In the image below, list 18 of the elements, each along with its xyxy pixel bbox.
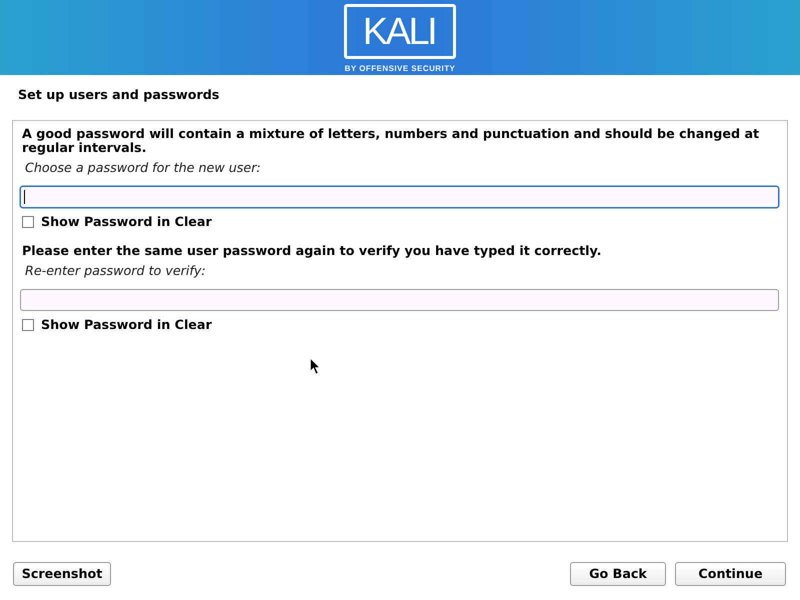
- instruction-text: A good password will contain a mixture of letters, numbers and punctuation and should be changed at regular intervals.: [21, 127, 760, 155]
- action-button[interactable]: Screenshot: [13, 562, 111, 586]
- text-cursor-icon: [24, 190, 25, 204]
- action-button[interactable]: Continue: [675, 562, 786, 586]
- checkbox[interactable]: [22, 216, 34, 228]
- password-field[interactable]: [20, 289, 779, 311]
- page-title: Set up users and passwords: [18, 88, 220, 102]
- checkbox-label: Show Password in Clear: [41, 318, 212, 332]
- password-field[interactable]: [20, 186, 779, 208]
- instruction-text: Please enter the same user password again to verify you have typed it correctly.: [21, 244, 602, 258]
- field-label: Re-enter password to verify:: [25, 264, 206, 278]
- checkbox-label: Show Password in Clear: [41, 215, 212, 229]
- action-button[interactable]: Go Back: [570, 562, 666, 586]
- field-label: Choose a password for the new user:: [25, 161, 261, 175]
- logo-tagline: BY OFFENSIVE SECURITY: [344, 64, 456, 73]
- checkbox[interactable]: [22, 319, 34, 331]
- mouse-pointer-icon: [310, 358, 320, 375]
- logo-text: KALI: [362, 12, 436, 50]
